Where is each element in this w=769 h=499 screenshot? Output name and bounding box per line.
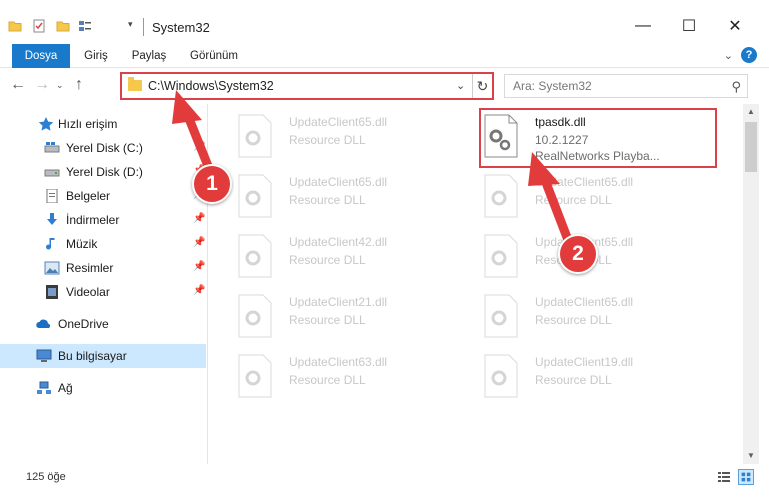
step-badge-1: 1 (192, 164, 232, 204)
customize-toolbar-dropdown-icon[interactable]: ▾ (128, 19, 133, 30)
dll-file-icon (238, 294, 272, 338)
onedrive-icon (36, 319, 51, 328)
title-separator (143, 18, 144, 36)
scroll-thumb[interactable] (745, 122, 757, 172)
properties-icon[interactable] (32, 19, 46, 36)
navigation-pane: Hızlı erişim Yerel Disk (C:) 📌 Yerel Dis… (0, 106, 208, 462)
vertical-scrollbar[interactable]: ▲ ▼ (743, 104, 759, 464)
status-bar: 125 öğe (0, 464, 769, 490)
search-placeholder: Ara: System32 (513, 79, 592, 93)
ribbon-tabs: Dosya Giriş Paylaş Görünüm ⌄ ? (0, 44, 769, 68)
dll-file-icon (238, 234, 272, 278)
view-options-icon[interactable] (78, 19, 92, 36)
dll-file-icon (238, 354, 272, 398)
sidebar-item-pictures[interactable]: Resimler 📌 (0, 256, 206, 280)
pin-icon[interactable]: 📌 (193, 261, 205, 272)
list-item[interactable]: UpdateClient65.dll Resource DLL (473, 168, 709, 224)
recent-locations-icon[interactable]: ⌄ (56, 80, 64, 91)
star-icon (38, 117, 54, 131)
computer-icon (36, 349, 52, 362)
sidebar-item-videos[interactable]: Videolar 📌 (0, 280, 206, 304)
music-icon (46, 238, 55, 250)
step-badge-2: 2 (558, 234, 598, 274)
expand-ribbon-icon[interactable]: ⌄ (724, 49, 733, 62)
sidebar-item-this-pc[interactable]: Bu bilgisayar (0, 344, 206, 368)
pane-divider[interactable] (207, 104, 208, 464)
address-path[interactable]: C:\Windows\System32 (148, 79, 274, 93)
dll-file-icon (238, 114, 272, 158)
pin-icon[interactable]: 📌 (193, 237, 205, 248)
drive-c-icon (44, 142, 60, 153)
pin-icon[interactable]: 📌 (193, 285, 205, 296)
help-icon[interactable]: ? (741, 47, 757, 63)
tiles-view-icon[interactable] (738, 469, 754, 485)
file-list: UpdateClient65.dll Resource DLL UpdateCl… (209, 104, 743, 464)
new-folder-icon[interactable] (56, 19, 70, 36)
scroll-down-icon[interactable]: ▼ (743, 448, 759, 464)
sidebar-item-downloads[interactable]: İndirmeler 📌 (0, 208, 206, 232)
dll-file-icon (238, 174, 272, 218)
dll-file-icon (484, 354, 518, 398)
refresh-icon[interactable]: ↻ (472, 74, 492, 98)
sidebar-item-drive-c[interactable]: Yerel Disk (C:) 📌 (0, 136, 206, 160)
window-title: System32 (152, 20, 210, 35)
minimize-button[interactable]: — (620, 12, 666, 40)
back-button[interactable]: ← (10, 76, 26, 94)
documents-icon (46, 189, 58, 203)
list-item[interactable]: UpdateClient63.dll Resource DLL (227, 348, 463, 404)
list-item[interactable]: UpdateClient19.dll Resource DLL (473, 348, 709, 404)
folder-icon (8, 19, 22, 36)
maximize-button[interactable]: ☐ (666, 12, 712, 40)
list-item[interactable]: UpdateClient65.dll Resource DLL (227, 108, 463, 164)
forward-button[interactable]: → (34, 76, 50, 94)
list-item[interactable]: UpdateClient21.dll Resource DLL (227, 288, 463, 344)
sidebar-item-drive-d[interactable]: Yerel Disk (D:) 📌 (0, 160, 206, 184)
close-button[interactable]: ✕ (712, 12, 758, 40)
sidebar-item-quick-access[interactable]: Hızlı erişim (0, 112, 206, 136)
dll-file-icon (484, 294, 518, 338)
up-button[interactable]: ↑ (75, 76, 83, 94)
tab-giris[interactable]: Giriş (74, 44, 118, 68)
details-view-icon[interactable] (716, 469, 732, 485)
videos-icon (46, 285, 58, 299)
scroll-up-icon[interactable]: ▲ (743, 104, 759, 120)
sidebar-item-documents[interactable]: Belgeler 📌 (0, 184, 206, 208)
tab-gorunum[interactable]: Görünüm (182, 44, 246, 68)
pictures-icon (44, 261, 60, 275)
list-item[interactable]: UpdateClient42.dll Resource DLL (227, 228, 463, 284)
drive-d-icon (44, 169, 60, 177)
dll-file-icon (484, 174, 518, 218)
pin-icon[interactable]: 📌 (193, 141, 205, 152)
sidebar-item-music[interactable]: Müzik 📌 (0, 232, 206, 256)
list-item[interactable]: UpdateClient65.dll Resource DLL (227, 168, 463, 224)
sidebar-item-network[interactable]: Ağ (0, 376, 206, 400)
pin-icon[interactable]: 📌 (193, 213, 205, 224)
network-icon (37, 381, 51, 394)
navigation-bar: ← → ⌄ ↑ C:\Windows\System32 ⌄ ↻ Ara: Sys… (0, 68, 769, 104)
dll-file-icon (484, 234, 518, 278)
folder-icon (128, 77, 142, 91)
tab-dosya[interactable]: Dosya (12, 44, 70, 68)
address-bar[interactable]: C:\Windows\System32 ⌄ ↻ (120, 72, 494, 100)
downloads-icon (47, 213, 57, 225)
item-count: 125 öğe (26, 471, 66, 483)
search-icon[interactable]: ⚲ (731, 79, 741, 95)
tab-paylas[interactable]: Paylaş (124, 44, 174, 68)
title-bar: ▾ System32 — ☐ ✕ (0, 0, 769, 40)
sidebar-item-onedrive[interactable]: OneDrive (0, 312, 206, 336)
highlight-box (479, 108, 717, 168)
list-item[interactable]: UpdateClient65.dll Resource DLL (473, 288, 709, 344)
search-input[interactable]: Ara: System32 ⚲ (504, 74, 748, 98)
address-history-dropdown-icon[interactable]: ⌄ (456, 79, 465, 92)
